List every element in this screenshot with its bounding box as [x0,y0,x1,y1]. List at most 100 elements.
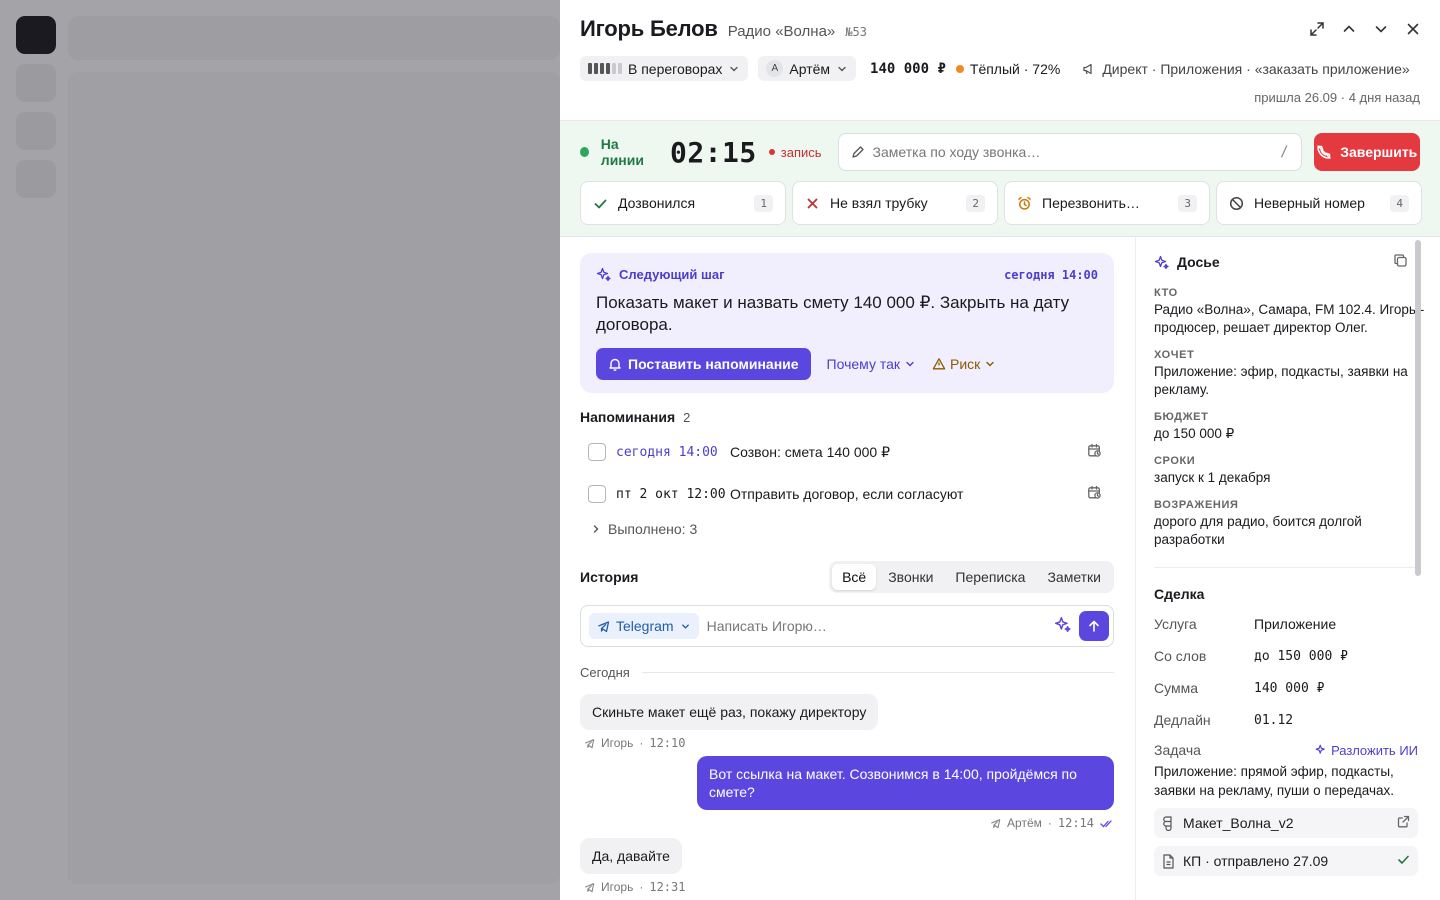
chevron-right-icon [593,525,599,533]
outcome-label: Не взял трубку [830,195,928,211]
reminder-item: сегодня 14:00 Созвон: смета 140 000 ₽ [580,431,1114,473]
outcome-label: Неверный номер [1254,195,1365,211]
owner-name: Артём [789,60,831,77]
dossier-scrollbar[interactable] [1415,240,1421,576]
reminder-text: Отправить договор, если согласуют [730,486,964,502]
meta-separator: · [639,880,644,894]
message-item: Вот ссылка на макет. Созвонимся в 14:00,… [580,756,1114,830]
figma-icon [1163,815,1172,831]
deal-value: до 150 000 ₽ [1254,648,1348,664]
dossier-field-label: КТО [1154,287,1178,299]
ai-breakdown-button[interactable]: Разложить ИИ [1315,743,1418,758]
chevron-down-icon[interactable] [1372,20,1390,38]
reminder-checkbox[interactable] [588,485,606,503]
outcome-wrong-number-button[interactable]: Неверный номер 4 [1216,181,1422,225]
reminders-count: 2 [683,409,691,425]
copy-icon[interactable] [1393,253,1408,271]
record-dot-icon [768,149,775,155]
phone-off-icon [1317,145,1331,159]
completed-reminders-toggle[interactable]: Выполнено: 3 [580,515,1114,543]
message-item: Да, давайте Игорь · 12:31 [580,830,1114,894]
check-icon [594,199,607,208]
expand-icon[interactable] [1308,20,1326,38]
tab-calls[interactable]: Звонки [878,564,943,590]
end-call-button[interactable]: Завершить [1313,133,1420,171]
message-time: 12:14 [1057,816,1094,830]
chevron-down-icon [838,66,846,71]
temperature-dot-icon [955,64,964,73]
risk-dropdown[interactable]: Риск [932,356,996,372]
file-item[interactable]: КП · отправлено 27.09 [1154,846,1418,876]
dossier-field-label: ХОЧЕТ [1154,349,1195,361]
outcome-hotkey: 2 [966,194,985,212]
outcome-reached-button[interactable]: Дозвонился 1 [580,181,786,225]
outcome-callback-button[interactable]: Перезвонить… 3 [1004,181,1210,225]
call-outcomes: Дозвонился 1 Не взял трубку 2 Перезвонит… [580,181,1422,225]
task-label: Задача [1154,742,1201,758]
deal-value: 140 000 ₽ [1254,680,1325,696]
day-label: Сегодня [580,665,630,680]
file-item[interactable]: Макет_Волна_v2 [1154,808,1418,838]
why-dropdown[interactable]: Почему так [827,356,916,372]
recording-indicator: запись [768,144,822,160]
message-bubble-outgoing: Вот ссылка на макет. Созвонимся в 14:00,… [697,756,1114,810]
channel-select[interactable]: Telegram [589,613,699,639]
tab-notes[interactable]: Заметки [1037,564,1111,590]
message-time: 12:10 [649,736,686,750]
dossier-panel: Досье КТО Радио «Волна», Самара, FM 102.… [1135,237,1426,900]
deal-key: Услуга [1154,616,1197,632]
set-reminder-button[interactable]: Поставить напоминание [596,348,811,380]
history-tabs: Всё Звонки Переписка Заметки [829,561,1114,593]
outcome-hotkey: 1 [754,194,773,212]
arrived-date: пришла 26.09 · 4 дня назад [1254,90,1420,105]
call-bar: На линии 02:15 запись Заметка по ходу зв… [560,120,1440,237]
pencil-icon [851,146,864,158]
next-step-card: Следующий шаг сегодня 14:00 Показать мак… [580,253,1114,393]
reschedule-icon[interactable] [1087,443,1102,461]
message-author: Артём [1007,816,1042,830]
stage-select[interactable]: В переговорах [580,56,749,81]
temperature-label: Тёплый · 72% [969,60,1061,77]
chevron-down-icon [730,66,739,71]
meta-separator: · [1047,816,1052,830]
day-divider: Сегодня [580,665,1114,680]
task-text: Приложение: прямой эфир, подкасты, заявк… [1154,764,1394,798]
external-link-icon[interactable] [1397,815,1410,831]
dossier-field-label: БЮДЖЕТ [1154,411,1209,423]
tab-messages[interactable]: Переписка [945,564,1035,590]
document-icon [1163,853,1174,869]
reminder-checkbox[interactable] [588,443,606,461]
call-note-field[interactable]: Заметка по ходу звонка… / [837,133,1302,171]
owner-select[interactable]: А Артём [758,56,857,81]
recording-label: запись [780,144,822,160]
close-icon[interactable] [1404,20,1422,38]
message-meta: Игорь · 12:31 [580,880,1114,894]
lead-company: Радио «Волна» [727,23,836,40]
ai-sparkle-icon[interactable] [1054,616,1071,636]
telegram-icon [598,620,610,632]
background-rail-item [16,64,56,102]
next-step-time: сегодня 14:00 [1004,267,1098,282]
tab-all[interactable]: Всё [832,564,877,590]
reschedule-icon[interactable] [1087,485,1102,503]
chevron-up-icon[interactable] [1340,20,1358,38]
message-bubble-incoming: Скиньте макет ещё раз, покажу директору [580,694,879,730]
background-rail-item [16,112,56,150]
history-title: История [580,569,639,585]
dossier-field-value: дорого для радио, боится долгой разработ… [1154,514,1362,547]
stage-progress-icon [588,63,622,74]
lead-header: Игорь Белов Радио «Волна» №53 В перегово… [560,0,1440,120]
message-input[interactable] [706,618,1046,634]
message-author: Игорь [601,880,634,894]
chevron-down-icon [986,361,995,367]
background-rail [16,16,56,208]
bell-icon [609,358,621,371]
warning-icon [932,358,946,370]
outcome-no-answer-button[interactable]: Не взял трубку 2 [792,181,998,225]
why-label: Почему так [826,356,901,372]
deal-fields: Услуга Приложение Со слов до 150 000 ₽ С… [1154,608,1426,736]
avatar: А [766,60,784,77]
lead-number: №53 [845,25,867,39]
send-button[interactable] [1079,611,1109,641]
file-name: Макет_Волна_v2 [1183,815,1294,831]
